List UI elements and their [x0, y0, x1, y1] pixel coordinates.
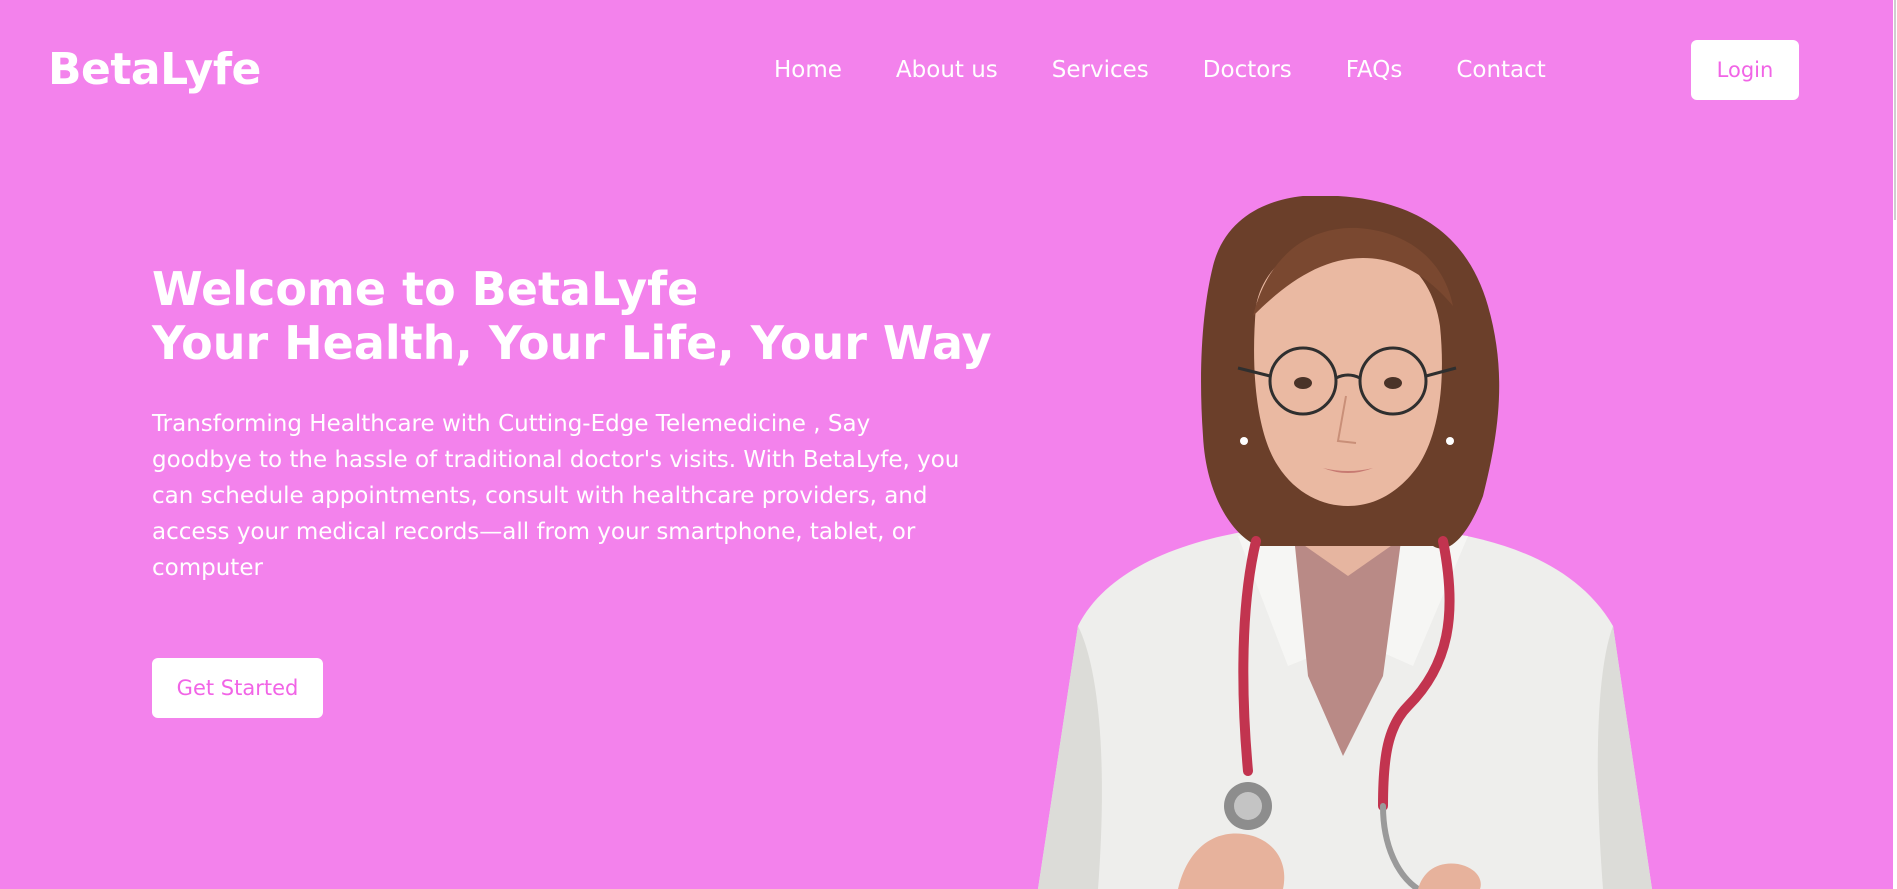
nav-services[interactable]: Services	[1052, 54, 1149, 86]
scrollbar-thumb[interactable]	[1894, 0, 1896, 220]
brand-logo[interactable]: BetaLyfe	[48, 44, 261, 96]
page-scrollbar[interactable]	[1893, 0, 1897, 889]
nav-about-us[interactable]: About us	[896, 54, 998, 86]
nav-faqs[interactable]: FAQs	[1346, 54, 1403, 86]
doctor-photo	[1038, 196, 1652, 889]
main-nav: Home About us Services Doctors FAQs Cont…	[774, 54, 1546, 86]
nav-home[interactable]: Home	[774, 54, 842, 86]
hero-title-line-1: Welcome to BetaLyfe	[152, 262, 699, 316]
landing-page: BetaLyfe Home About us Services Doctors …	[0, 0, 1893, 889]
hero-title-line-2: Your Health, Your Life, Your Way	[152, 316, 992, 370]
get-started-button[interactable]: Get Started	[152, 658, 323, 718]
hero-title: Welcome to BetaLyfe Your Health, Your Li…	[152, 262, 992, 370]
hero-description: Transforming Healthcare with Cutting-Edg…	[152, 411, 960, 581]
nav-doctors[interactable]: Doctors	[1203, 54, 1292, 86]
login-button[interactable]: Login	[1691, 40, 1799, 100]
nav-contact[interactable]: Contact	[1456, 54, 1545, 86]
